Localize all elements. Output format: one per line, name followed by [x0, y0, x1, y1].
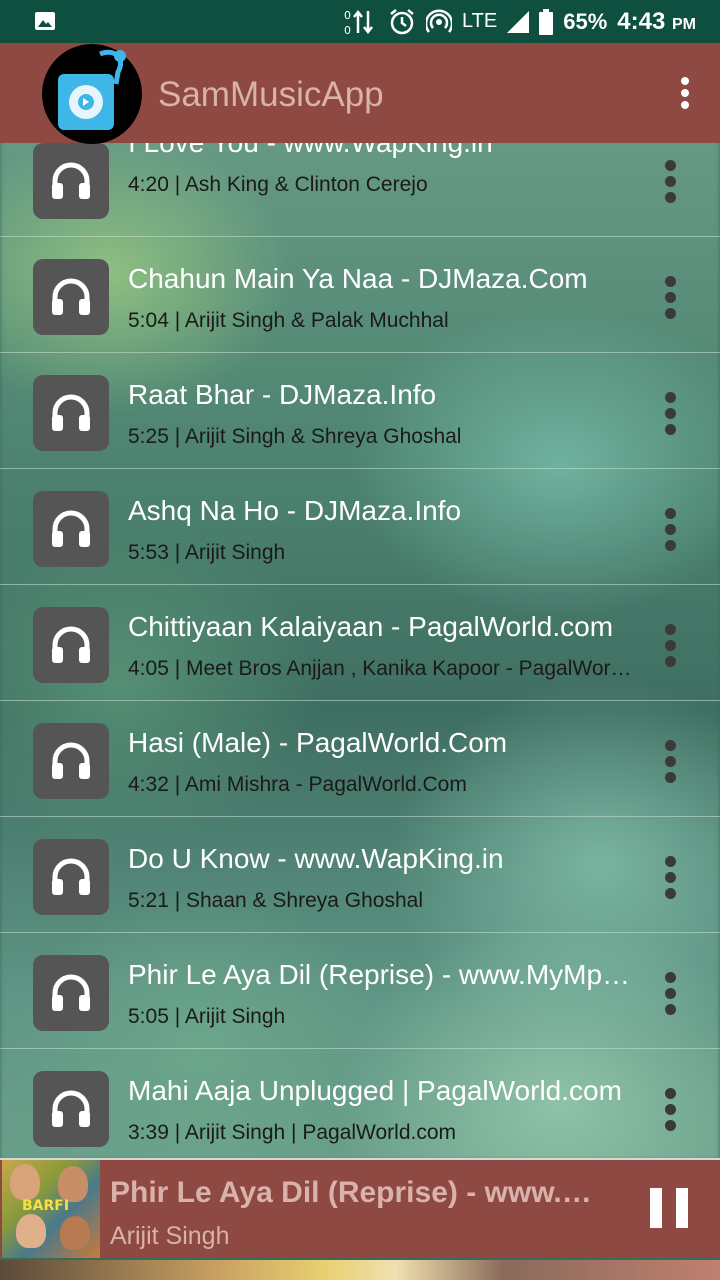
song-title: I Love You - www.WapKing.in — [128, 143, 633, 159]
song-options-icon[interactable] — [664, 972, 676, 1018]
song-row[interactable]: Chahun Main Ya Naa - DJMaza.Com 5:04 | A… — [0, 237, 720, 353]
app-title: SamMusicApp — [158, 75, 384, 114]
partial-background-image — [0, 1260, 720, 1280]
song-title: Chahun Main Ya Naa - DJMaza.Com — [128, 263, 588, 294]
headphones-icon — [33, 607, 109, 683]
headphones-icon — [33, 839, 109, 915]
song-options-icon[interactable] — [664, 508, 676, 554]
headphones-icon — [33, 143, 109, 219]
svg-text:0: 0 — [344, 9, 351, 22]
headphones-icon — [33, 375, 109, 451]
song-subtitle: 3:39 | Arijit Singh | PagalWorld.com — [128, 1121, 457, 1144]
song-row[interactable]: Phir Le Aya Dil (Reprise) - www.MyMp3Son… — [0, 933, 720, 1049]
music-player-icon — [58, 49, 126, 130]
song-row[interactable]: Hasi (Male) - PagalWorld.Com 4:32 | Ami … — [0, 701, 720, 817]
song-row[interactable]: Chittiyaan Kalaiyaan - PagalWorld.com 4:… — [0, 585, 720, 701]
song-title: Do U Know - www.WapKing.in — [128, 843, 504, 874]
song-subtitle: 4:05 | Meet Bros Anjjan , Kanika Kapoor … — [128, 657, 633, 680]
song-row[interactable]: Mahi Aaja Unplugged | PagalWorld.com 3:3… — [0, 1049, 720, 1158]
song-options-icon[interactable] — [664, 624, 676, 670]
data-transfer-icon: 0 0 — [344, 9, 374, 37]
song-options-icon[interactable] — [664, 1088, 676, 1134]
now-playing-bar[interactable]: BARFI Phir Le Aya Dil (Reprise) - www.My… — [0, 1158, 720, 1258]
song-title: Phir Le Aya Dil (Reprise) - www.MyMp3Son… — [128, 959, 633, 990]
song-options-icon[interactable] — [664, 392, 676, 438]
headphones-icon — [33, 259, 109, 335]
headphones-icon — [33, 955, 109, 1031]
album-art: BARFI — [2, 1160, 100, 1258]
signal-icon — [507, 10, 530, 33]
song-row[interactable]: Raat Bhar - DJMaza.Info 5:25 | Arijit Si… — [0, 353, 720, 469]
alarm-icon — [390, 8, 414, 34]
pause-button[interactable] — [650, 1188, 690, 1232]
now-playing-title: Phir Le Aya Dil (Reprise) - www.MyMp3Son… — [110, 1176, 610, 1209]
hotspot-icon — [426, 8, 453, 33]
headphones-icon — [33, 491, 109, 567]
song-title: Chittiyaan Kalaiyaan - PagalWorld.com — [128, 611, 614, 642]
song-title: Mahi Aaja Unplugged | PagalWorld.com — [128, 1075, 622, 1106]
pause-icon — [650, 1188, 662, 1228]
headphones-icon — [33, 1071, 109, 1147]
song-row[interactable]: Do U Know - www.WapKing.in 5:21 | Shaan … — [0, 817, 720, 933]
song-subtitle: 5:05 | Arijit Singh — [128, 1005, 286, 1028]
song-options-icon[interactable] — [664, 276, 676, 322]
song-row[interactable]: Ashq Na Ho - DJMaza.Info 5:53 | Arijit S… — [0, 469, 720, 585]
song-title: Ashq Na Ho - DJMaza.Info — [128, 495, 462, 526]
song-options-icon[interactable] — [664, 740, 676, 786]
now-playing-artist: Arijit Singh — [110, 1222, 230, 1250]
song-subtitle: 4:32 | Ami Mishra - PagalWorld.Com — [128, 773, 467, 796]
clock: 4:43 PM — [617, 8, 696, 36]
song-options-icon[interactable] — [664, 160, 676, 206]
song-subtitle: 5:53 | Arijit Singh — [128, 541, 286, 564]
song-options-icon[interactable] — [664, 856, 676, 902]
song-title: Raat Bhar - DJMaza.Info — [128, 379, 437, 410]
clock-time: 4:43 — [617, 7, 666, 35]
battery-percent: 65% — [563, 8, 608, 34]
album-art-text: BARFI — [22, 1198, 70, 1214]
clock-ampm: PM — [672, 15, 696, 33]
song-subtitle: 5:21 | Shaan & Shreya Ghoshal — [128, 889, 423, 912]
battery-icon — [539, 8, 554, 35]
image-notification-icon — [35, 12, 55, 30]
headphones-icon — [33, 723, 109, 799]
overflow-menu-icon[interactable] — [680, 77, 690, 111]
svg-text:0: 0 — [344, 24, 351, 37]
song-subtitle: 5:04 | Arijit Singh & Palak Muchhal — [128, 309, 449, 332]
song-title: Hasi (Male) - PagalWorld.Com — [128, 727, 508, 758]
song-subtitle: 5:25 | Arijit Singh & Shreya Ghoshal — [128, 425, 462, 448]
app-bar: SamMusicApp — [0, 43, 720, 144]
song-subtitle: 4:20 | Ash King & Clinton Cerejo — [128, 173, 428, 196]
status-bar: 0 0 LTE 65% 4:43 PM — [0, 0, 720, 43]
network-type: LTE — [462, 10, 498, 32]
app-logo — [42, 44, 142, 144]
song-list[interactable]: I Love You - www.WapKing.in 4:20 | Ash K… — [0, 143, 720, 1158]
song-row[interactable]: I Love You - www.WapKing.in 4:20 | Ash K… — [0, 143, 720, 237]
